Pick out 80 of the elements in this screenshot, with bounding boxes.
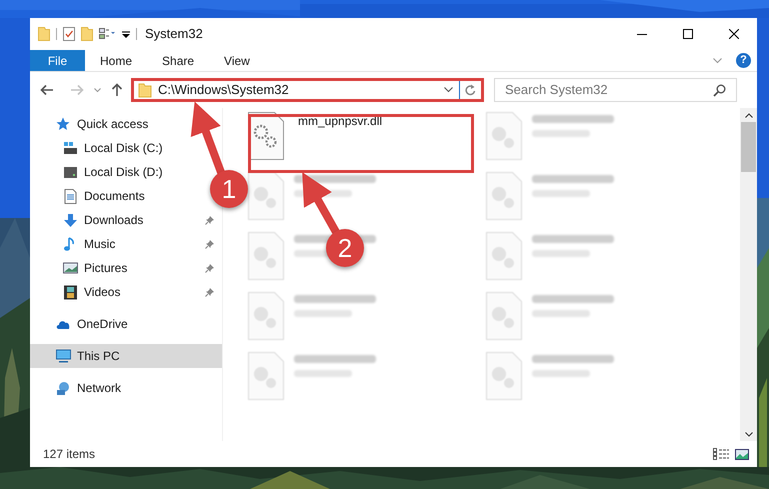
scrollbar-thumb[interactable] xyxy=(741,122,756,172)
large-icons-view-icon[interactable] xyxy=(735,448,749,460)
nav-item[interactable]: Documents xyxy=(30,184,153,208)
nav-item[interactable]: Videos xyxy=(30,280,222,304)
help-button[interactable]: ? xyxy=(736,53,751,68)
nav-label: Pictures xyxy=(84,260,128,277)
nav-label: This PC xyxy=(77,348,120,365)
blurred-file-icon xyxy=(248,292,284,340)
nav-item[interactable]: OneDrive xyxy=(30,312,136,336)
blurred-text xyxy=(532,130,590,137)
nav-label: Documents xyxy=(84,188,145,205)
back-arrow-icon[interactable] xyxy=(40,84,54,96)
blurred-file-icon xyxy=(486,112,522,160)
chevron-down-icon[interactable] xyxy=(94,88,101,92)
nav-item[interactable]: Music xyxy=(30,232,222,256)
nav-label: OneDrive xyxy=(77,316,128,333)
ribbon-tab[interactable]: View xyxy=(209,50,265,71)
vertical-scrollbar[interactable] xyxy=(740,108,757,441)
address-bar[interactable]: C:\Windows\System32 xyxy=(131,78,484,102)
ribbon-tab[interactable]: File xyxy=(30,50,85,71)
ribbon-tab[interactable]: Share xyxy=(147,50,210,71)
nav-icon xyxy=(63,260,78,276)
blurred-text xyxy=(532,370,590,377)
maximize-icon xyxy=(683,29,693,39)
properties-icon[interactable] xyxy=(99,28,116,40)
blurred-file-icon xyxy=(248,352,284,400)
nav-label: Music xyxy=(84,236,116,253)
blurred-text xyxy=(532,190,590,197)
blurred-file-icon xyxy=(486,352,522,400)
expand-ribbon-icon[interactable] xyxy=(713,58,722,64)
up-arrow-icon[interactable] xyxy=(111,83,123,97)
nav-icon xyxy=(63,284,78,300)
blurred-text xyxy=(532,250,590,257)
nav-icon xyxy=(63,164,78,180)
blurred-file-icon xyxy=(486,232,522,280)
annotation-arrow xyxy=(302,172,340,234)
folder-icon xyxy=(38,27,50,41)
nav-item[interactable]: Local Disk (D:) xyxy=(30,160,171,184)
blurred-file-icon xyxy=(486,172,522,220)
blurred-file-icon xyxy=(248,172,284,220)
nav-icon xyxy=(56,116,71,132)
nav-icon xyxy=(63,212,78,228)
nav-label: Local Disk (D:) xyxy=(84,164,163,181)
checklist-icon[interactable] xyxy=(63,27,75,41)
search-icon xyxy=(713,84,726,96)
blurred-text xyxy=(532,310,590,317)
file-name: mm_upnpsvr.dll xyxy=(298,113,382,130)
close-icon xyxy=(729,29,739,39)
nav-item[interactable]: Quick access xyxy=(30,112,156,136)
search-input[interactable]: Search System32 xyxy=(505,80,713,100)
scroll-down-icon[interactable] xyxy=(744,432,752,437)
nav-item[interactable]: Downloads xyxy=(30,208,222,232)
nav-icon xyxy=(63,140,78,156)
nav-label: Videos xyxy=(84,284,120,301)
item-count: 127 items xyxy=(43,446,96,463)
blurred-text xyxy=(294,370,352,377)
nav-icon xyxy=(56,380,71,396)
folder-icon xyxy=(138,82,152,98)
search-field[interactable]: Search System32 xyxy=(494,78,737,102)
nav-item[interactable]: This PC xyxy=(30,344,222,368)
nav-label: Network xyxy=(77,380,122,397)
nav-item[interactable]: Local Disk (C:) xyxy=(30,136,171,160)
nav-icon xyxy=(63,188,78,204)
nav-label: Local Disk (C:) xyxy=(84,140,163,157)
ribbon-tab[interactable]: Home xyxy=(85,50,148,71)
scroll-up-icon[interactable] xyxy=(744,113,752,118)
refresh-icon[interactable] xyxy=(465,84,476,96)
nav-label: Downloads xyxy=(84,212,144,229)
customize-icon[interactable] xyxy=(122,30,130,38)
nav-label: Quick access xyxy=(77,116,148,133)
blurred-file-icon xyxy=(486,292,522,340)
dropdown-icon[interactable] xyxy=(444,87,453,93)
blurred-file-icon xyxy=(248,232,284,280)
details-view-icon[interactable] xyxy=(713,448,729,460)
nav-item[interactable]: Pictures xyxy=(30,256,222,280)
window-title: System32 xyxy=(145,25,203,44)
address-path: C:\Windows\System32 xyxy=(158,81,289,100)
nav-icon xyxy=(56,348,71,364)
nav-item[interactable]: Network xyxy=(30,376,130,400)
blurred-text xyxy=(294,310,352,317)
